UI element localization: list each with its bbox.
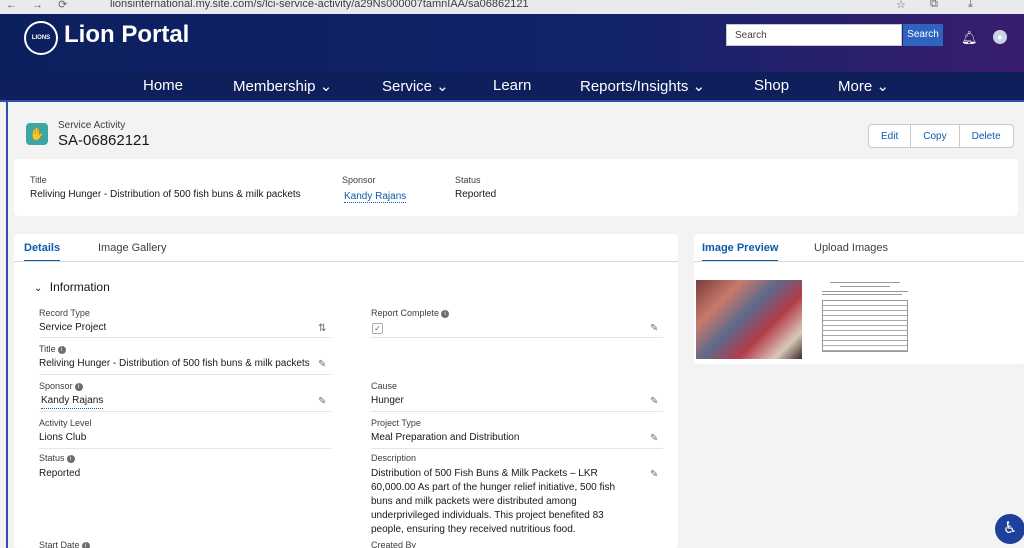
title-label: Title i [39, 344, 66, 354]
info-icon[interactable]: i [57, 346, 66, 354]
divider [39, 411, 331, 412]
browser-nav-icons[interactable]: ← → ⟳ [6, 0, 73, 11]
info-icon[interactable]: i [66, 455, 75, 463]
edit-title-pencil-icon[interactable]: ✎ [318, 359, 326, 370]
description-value: Distribution of 500 Fish Buns & Milk Pac… [371, 468, 616, 535]
cause-label: Cause [371, 381, 398, 391]
event-photo-thumbnail[interactable] [696, 280, 802, 359]
record-type-label: Record Type [39, 308, 90, 318]
highlight-title-label: Title [30, 175, 47, 185]
menu-membership[interactable]: Membership ⌄ [233, 77, 332, 95]
activity-level-label: Activity Level [39, 418, 92, 428]
browser-bar: ← → ⟳ lionsinternational.my.site.com/s/l… [0, 0, 1024, 14]
sponsor-label: Sponsor i [39, 381, 83, 391]
copy-button[interactable]: Copy [911, 125, 960, 147]
highlight-status-value: Reported [455, 189, 497, 200]
menu-home[interactable]: Home [143, 77, 183, 94]
report-table-thumbnail [822, 300, 908, 352]
menu-service[interactable]: Service ⌄ [382, 77, 449, 95]
report-complete-checkbox[interactable]: ✓ [372, 323, 383, 334]
change-record-type-icon[interactable]: ⇅ [318, 323, 326, 334]
report-complete-label: Report Complete i [371, 308, 450, 318]
edit-cause-pencil-icon[interactable]: ✎ [650, 396, 658, 407]
divider [39, 337, 331, 338]
start-date-label: Start Date i [39, 540, 90, 548]
menu-shop[interactable]: Shop [754, 77, 789, 94]
service-activity-icon: ✋ [26, 123, 48, 145]
sponsor-link[interactable]: Kandy Rajans [41, 394, 104, 409]
image-preview-card: Image Preview Upload Images [694, 234, 1024, 364]
title-value: Reliving Hunger - Distribution of 500 fi… [39, 358, 310, 369]
divider [39, 448, 331, 449]
info-icon[interactable]: i [81, 542, 90, 548]
brand-title[interactable]: Lion Portal [64, 21, 189, 49]
search-input[interactable]: Search [726, 24, 902, 46]
edit-project-type-pencil-icon[interactable]: ✎ [650, 433, 658, 444]
record-page: ✋ Service Activity SA-06862121 Edit Copy… [6, 102, 1024, 548]
record-type-value: Service Project [39, 322, 107, 333]
accessibility-icon[interactable]: ♿︎ [995, 514, 1024, 544]
tab-details[interactable]: Details [24, 242, 61, 262]
menu-learn[interactable]: Learn [493, 77, 531, 94]
tab-image-preview[interactable]: Image Preview [702, 242, 779, 262]
menu-reports-insights[interactable]: Reports/Insights ⌄ [580, 77, 705, 95]
main-menu: Home Membership ⌄ Service ⌄ Learn Report… [0, 72, 1024, 102]
section-title: Information [49, 280, 110, 294]
site-header: LIONS Lion Portal Search Search 🔔︎ ● [0, 14, 1024, 72]
lions-logo[interactable]: LIONS [24, 21, 58, 55]
bell-icon[interactable]: 🔔︎ [961, 30, 978, 46]
edit-sponsor-pencil-icon[interactable]: ✎ [318, 396, 326, 407]
tab-divider [14, 261, 678, 262]
tab-upload-images[interactable]: Upload Images [814, 242, 888, 260]
divider [371, 448, 663, 449]
description-label: Description [371, 453, 417, 463]
chevron-down-icon: ⌄ [34, 283, 43, 294]
edit-description-pencil-icon[interactable]: ✎ [650, 469, 658, 480]
highlight-title-value: Reliving Hunger - Distribution of 500 fi… [30, 189, 301, 200]
highlight-sponsor-link[interactable]: Kandy Rajans [344, 191, 407, 203]
record-name: SA-06862121 [58, 132, 150, 149]
delete-button[interactable]: Delete [960, 125, 1013, 147]
record-header: ✋ Service Activity SA-06862121 Edit Copy… [22, 118, 1024, 162]
extensions-icon[interactable]: ⧉ [930, 0, 938, 11]
info-icon[interactable]: i [441, 310, 450, 318]
record-type-label: Service Activity [58, 120, 126, 131]
cause-value: Hunger [371, 395, 404, 406]
highlight-status-label: Status [455, 175, 481, 185]
divider [371, 411, 663, 412]
info-icon[interactable]: i [74, 383, 83, 391]
activity-level-value: Lions Club [39, 432, 87, 443]
menu-more[interactable]: More ⌄ [838, 77, 889, 95]
created-by-label: Created By [371, 540, 417, 548]
details-card: Details Image Gallery ⌄ Information Reco… [14, 234, 678, 548]
star-icon[interactable]: ☆ [896, 0, 906, 11]
highlights-panel: Title Reliving Hunger - Distribution of … [14, 159, 1018, 216]
download-icon[interactable]: ⤓ [968, 0, 973, 11]
tab-divider [694, 261, 1024, 262]
project-type-label: Project Type [371, 418, 421, 428]
edit-button[interactable]: Edit [869, 125, 912, 147]
edit-report-complete-pencil-icon[interactable]: ✎ [650, 323, 658, 334]
status-value: Reported [39, 468, 81, 479]
tab-image-gallery[interactable]: Image Gallery [98, 242, 166, 260]
divider [39, 374, 331, 375]
highlight-sponsor-label: Sponsor [342, 175, 376, 185]
avatar[interactable]: ● [993, 30, 1007, 44]
divider [371, 337, 663, 338]
status-label: Status i [39, 453, 75, 463]
record-actions: Edit Copy Delete [868, 124, 1014, 148]
report-document-thumbnail[interactable] [812, 278, 918, 360]
address-bar[interactable]: lionsinternational.my.site.com/s/lci-ser… [110, 0, 529, 10]
information-section-toggle[interactable]: ⌄ Information [34, 280, 110, 294]
project-type-value: Meal Preparation and Distribution [371, 432, 520, 443]
search-button[interactable]: Search [903, 24, 943, 46]
